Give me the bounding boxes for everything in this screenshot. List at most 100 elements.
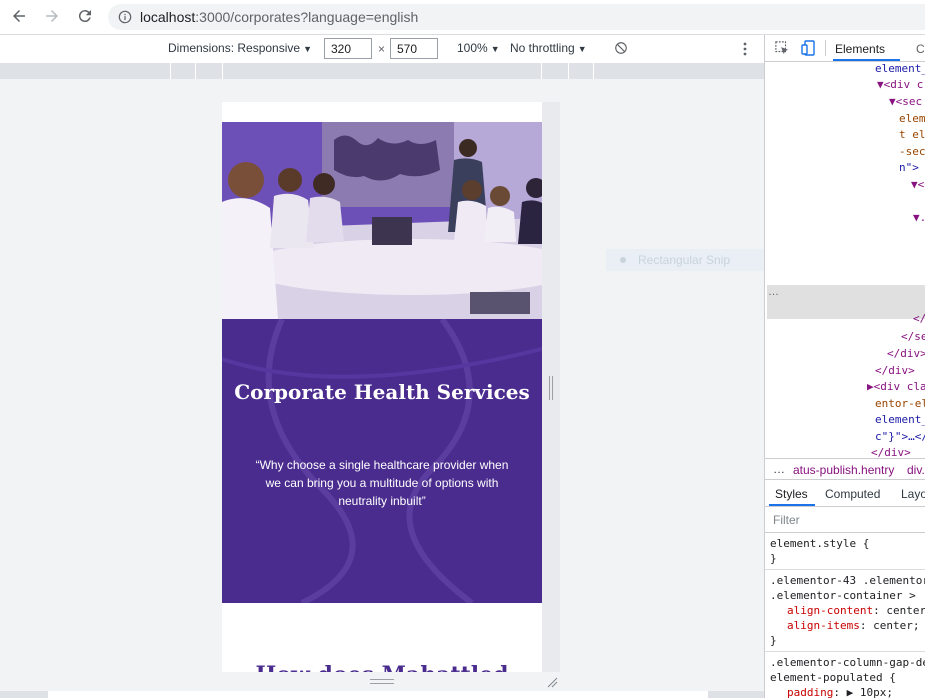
devtools-tabbar: Elements Co <box>765 35 925 62</box>
dom-node-line[interactable]: elem <box>899 112 925 125</box>
rule-selector[interactable]: .elementor-column-gap-de <box>770 655 925 670</box>
ruler-segment[interactable] <box>568 63 569 79</box>
browser-toolbar: localhost:3000/corporates?language=engli… <box>0 0 925 34</box>
caret-down-icon: ▼ <box>490 44 500 54</box>
breadcrumb: … atus-publish.hentry div. <box>765 458 925 480</box>
dom-token: </se <box>901 330 925 343</box>
dom-token: ▼<div c <box>877 78 924 91</box>
ruler-segment[interactable] <box>593 63 594 79</box>
dom-node-line[interactable]: </ <box>913 312 925 325</box>
property-name: padding <box>787 686 834 698</box>
dom-node-line[interactable]: n"> <box>899 161 919 174</box>
ruler-segment[interactable] <box>222 63 223 79</box>
device-toolbar: Dimensions: Responsive▼ × 100%▼ No throt… <box>0 35 764 62</box>
dom-node-line[interactable]: </div> <box>875 364 915 377</box>
dom-node-line[interactable]: ▼<div c <box>877 78 923 91</box>
dimensions-dropdown[interactable]: Dimensions: Responsive ▼ <box>168 41 312 55</box>
url-path: :3000/corporates?language=english <box>195 9 419 25</box>
dom-token: c"}">…</ <box>875 430 925 443</box>
resize-handle-right[interactable] <box>549 376 553 400</box>
hero-title: Corporate Health Services <box>234 380 530 404</box>
property-name: align-content <box>787 604 874 617</box>
dom-token: ▼<d <box>911 178 925 191</box>
more-options-icon[interactable] <box>741 41 749 57</box>
ruler-segment[interactable] <box>541 63 542 79</box>
active-tab-indicator <box>769 504 815 506</box>
styles-filter-input[interactable]: Filter <box>765 507 925 533</box>
breadcrumb-item[interactable]: div. <box>907 463 925 477</box>
rotate-icon[interactable] <box>614 41 628 55</box>
rule-property[interactable]: align-items: center; <box>787 618 919 633</box>
styles-tabbar: Styles Computed Layo <box>765 480 925 507</box>
device-toggle-icon[interactable] <box>801 40 815 56</box>
dom-token: ▼<sec <box>889 95 923 108</box>
media-query-ruler[interactable] <box>0 63 764 79</box>
times-symbol: × <box>378 42 386 56</box>
dom-node-line[interactable]: c"}">…</ <box>875 430 925 443</box>
node-more-ellipsis[interactable]: … <box>768 286 779 298</box>
hero-image <box>222 122 542 319</box>
dom-node-line[interactable]: ▼<sec <box>889 95 922 108</box>
tab-elements[interactable]: Elements <box>835 42 885 56</box>
info-icon[interactable] <box>118 10 132 24</box>
dom-token: t el <box>899 128 925 141</box>
active-tab-indicator <box>833 59 900 61</box>
dom-node-line[interactable]: element_ <box>875 413 925 426</box>
dom-node-line[interactable]: ▶<div cla <box>867 380 925 393</box>
address-bar[interactable]: localhost:3000/corporates?language=engli… <box>108 4 925 30</box>
device-height-input[interactable] <box>390 38 438 59</box>
dom-token: </ <box>913 312 925 325</box>
breadcrumb-more[interactable]: … <box>773 462 785 476</box>
selected-node-highlight <box>767 285 925 319</box>
filter-placeholder: Filter <box>773 513 800 527</box>
rule-selector[interactable]: .elementor-43 .elementor <box>770 573 925 588</box>
zoom-dropdown[interactable]: 100% ▼ <box>457 41 500 55</box>
ruler-segment[interactable] <box>195 63 196 79</box>
resize-corner-icon[interactable] <box>546 676 558 688</box>
rectangular-snip-overlay: Rectangular Snip <box>606 249 778 271</box>
dom-node-line[interactable]: -sec <box>899 145 925 158</box>
rule-property[interactable]: align-content: center <box>787 603 925 618</box>
forward-button[interactable] <box>41 5 63 27</box>
dom-token: element_ <box>875 62 925 75</box>
rule-property[interactable]: padding: ▶ 10px; <box>787 685 893 698</box>
dom-node-line[interactable]: ▼<d <box>911 178 925 191</box>
device-viewport[interactable]: Corporate Health Services “Why choose a … <box>222 102 542 672</box>
breadcrumb-item[interactable]: atus-publish.hentry <box>793 463 894 477</box>
reload-button[interactable] <box>74 5 96 27</box>
inspect-element-icon[interactable] <box>775 41 789 55</box>
url-host: localhost <box>140 9 196 25</box>
dom-node-line[interactable]: </div> <box>887 347 925 360</box>
resize-handle-bottom[interactable] <box>370 679 394 684</box>
devtools-panel: Elements Co … element_ ▼<div c ▼<sec elem t … <box>764 35 925 698</box>
dom-node-line[interactable]: ▼. <box>913 211 925 224</box>
rule-selector[interactable]: .elementor-container > . <box>770 588 925 603</box>
snip-label: Rectangular Snip <box>638 253 731 267</box>
dom-token: </div> <box>875 364 915 377</box>
tab-console[interactable]: Co <box>916 42 925 56</box>
bottom-strip-inner <box>48 691 708 698</box>
dom-tree[interactable]: … element_ ▼<div c ▼<sec elem t el -sec n"> ▼<d… <box>765 62 925 459</box>
divider <box>765 651 925 652</box>
meeting-photo <box>222 122 542 319</box>
caret-down-icon: ▼ <box>303 44 312 54</box>
dom-node-line[interactable]: element_ <box>875 62 925 75</box>
rule-selector[interactable]: element.style { <box>770 536 869 551</box>
back-button[interactable] <box>8 5 30 27</box>
dom-node-line[interactable]: </se <box>901 330 925 343</box>
rule-selector[interactable]: element-populated { <box>770 670 896 685</box>
ruler-segment[interactable] <box>170 63 171 79</box>
tab-computed[interactable]: Computed <box>825 487 880 501</box>
dom-token: ▶<div cla <box>867 380 925 393</box>
tab-layout[interactable]: Layo <box>901 487 925 501</box>
tab-styles[interactable]: Styles <box>775 487 808 501</box>
hero-quote: “Why choose a single healthcare provider… <box>255 458 509 508</box>
throttling-dropdown[interactable]: No throttling ▼ <box>510 41 587 55</box>
dom-node-line[interactable]: entor-el <box>875 397 925 410</box>
arrow-left-icon <box>13 10 25 22</box>
dom-token: element_ <box>875 413 925 426</box>
arrow-right-icon <box>46 10 58 22</box>
dimensions-label: Dimensions: Responsive <box>168 41 301 55</box>
device-width-input[interactable] <box>324 38 372 59</box>
dom-node-line[interactable]: t el <box>899 128 925 141</box>
